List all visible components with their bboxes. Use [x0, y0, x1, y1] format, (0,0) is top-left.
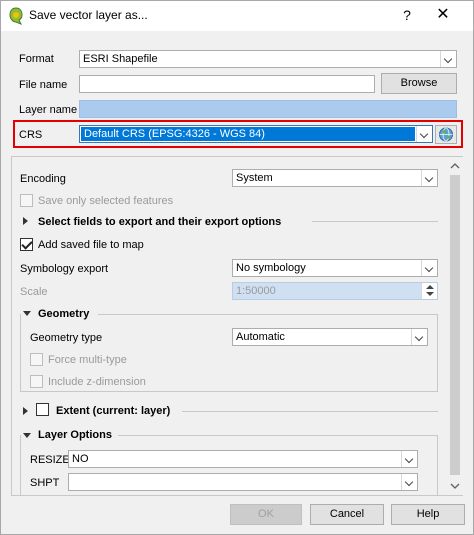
scroll-up-icon[interactable] — [447, 159, 463, 173]
options-scroll-area[interactable]: Encoding System Save only selected featu… — [11, 156, 463, 496]
expand-arrow-icon[interactable] — [23, 217, 28, 225]
file-name-label: File name — [19, 79, 68, 91]
resize-value: NO — [72, 453, 89, 465]
crs-value: Default CRS (EPSG:4326 - WGS 84) — [84, 128, 265, 140]
extent-section[interactable]: Extent (current: layer) — [56, 405, 170, 417]
window-title: Save vector layer as... — [29, 8, 148, 22]
layer-name-label: Layer name — [19, 104, 78, 116]
section-divider — [312, 221, 438, 222]
scale-label: Scale — [20, 286, 48, 298]
resize-label: RESIZE — [30, 454, 70, 466]
crs-selector-button[interactable] — [435, 125, 457, 144]
encoding-label: Encoding — [20, 173, 66, 185]
chevron-down-icon[interactable] — [421, 260, 437, 276]
file-name-input[interactable] — [80, 76, 374, 92]
chevron-down-icon[interactable] — [416, 126, 432, 142]
scale-value: 1:50000 — [236, 285, 276, 297]
shpt-label: SHPT — [30, 477, 60, 489]
format-value: ESRI Shapefile — [83, 53, 158, 65]
scrollbar-thumb[interactable] — [450, 175, 460, 475]
symbology-combo[interactable]: No symbology — [232, 259, 438, 277]
close-button[interactable]: ✕ — [431, 5, 455, 25]
qgis-logo-icon — [9, 7, 23, 25]
save-selected-checkbox[interactable] — [20, 194, 33, 207]
add-saved-label: Add saved file to map — [38, 239, 144, 251]
include-z-label: Include z-dimension — [48, 376, 146, 388]
scale-spinbox[interactable]: 1:50000 — [232, 282, 438, 300]
extent-checkbox[interactable] — [36, 403, 49, 416]
chevron-down-icon[interactable] — [401, 451, 417, 467]
file-name-field[interactable] — [79, 75, 375, 93]
shpt-combo[interactable] — [68, 473, 418, 491]
chevron-down-icon[interactable] — [401, 474, 417, 490]
symbology-label: Symbology export — [20, 263, 109, 275]
chevron-down-icon[interactable] — [440, 51, 456, 67]
globe-icon — [439, 127, 453, 142]
chevron-down-icon[interactable] — [421, 170, 437, 186]
geometry-type-combo[interactable]: Automatic — [232, 328, 428, 346]
force-multi-checkbox[interactable] — [30, 353, 43, 366]
chevron-down-icon[interactable] — [411, 329, 427, 345]
spin-arrows-icon[interactable] — [421, 283, 437, 299]
help-button[interactable]: Help — [391, 504, 465, 525]
layer-name-field[interactable] — [79, 100, 457, 118]
symbology-value: No symbology — [236, 262, 306, 274]
scroll-down-icon[interactable] — [447, 479, 463, 493]
format-label: Format — [19, 53, 54, 65]
add-saved-checkbox[interactable] — [20, 238, 33, 251]
encoding-combo[interactable]: System — [232, 169, 438, 187]
ok-button[interactable]: OK — [230, 504, 302, 525]
resize-combo[interactable]: NO — [68, 450, 418, 468]
select-fields-section[interactable]: Select fields to export and their export… — [38, 216, 281, 228]
include-z-checkbox[interactable] — [30, 375, 43, 388]
format-combo[interactable]: ESRI Shapefile — [79, 50, 457, 68]
save-selected-label: Save only selected features — [38, 195, 174, 207]
cancel-button[interactable]: Cancel — [310, 504, 384, 525]
dialog-footer: OK Cancel Help — [1, 498, 473, 534]
encoding-value: System — [236, 172, 273, 184]
help-title-button[interactable]: ? — [395, 5, 419, 25]
save-vector-layer-dialog: Save vector layer as... ? ✕ Format ESRI … — [0, 0, 474, 535]
geometry-type-label: Geometry type — [30, 332, 103, 344]
crs-selection: Default CRS (EPSG:4326 - WGS 84) — [81, 127, 415, 141]
geometry-type-value: Automatic — [236, 331, 285, 343]
force-multi-label: Force multi-type — [48, 354, 127, 366]
crs-label: CRS — [19, 129, 43, 141]
title-bar: Save vector layer as... ? ✕ — [1, 1, 473, 31]
crs-combo[interactable]: Default CRS (EPSG:4326 - WGS 84) — [79, 125, 433, 143]
vertical-scrollbar[interactable] — [447, 157, 463, 495]
section-divider — [182, 411, 438, 412]
expand-arrow-icon[interactable] — [23, 407, 28, 415]
browse-button[interactable]: Browse — [381, 73, 457, 94]
